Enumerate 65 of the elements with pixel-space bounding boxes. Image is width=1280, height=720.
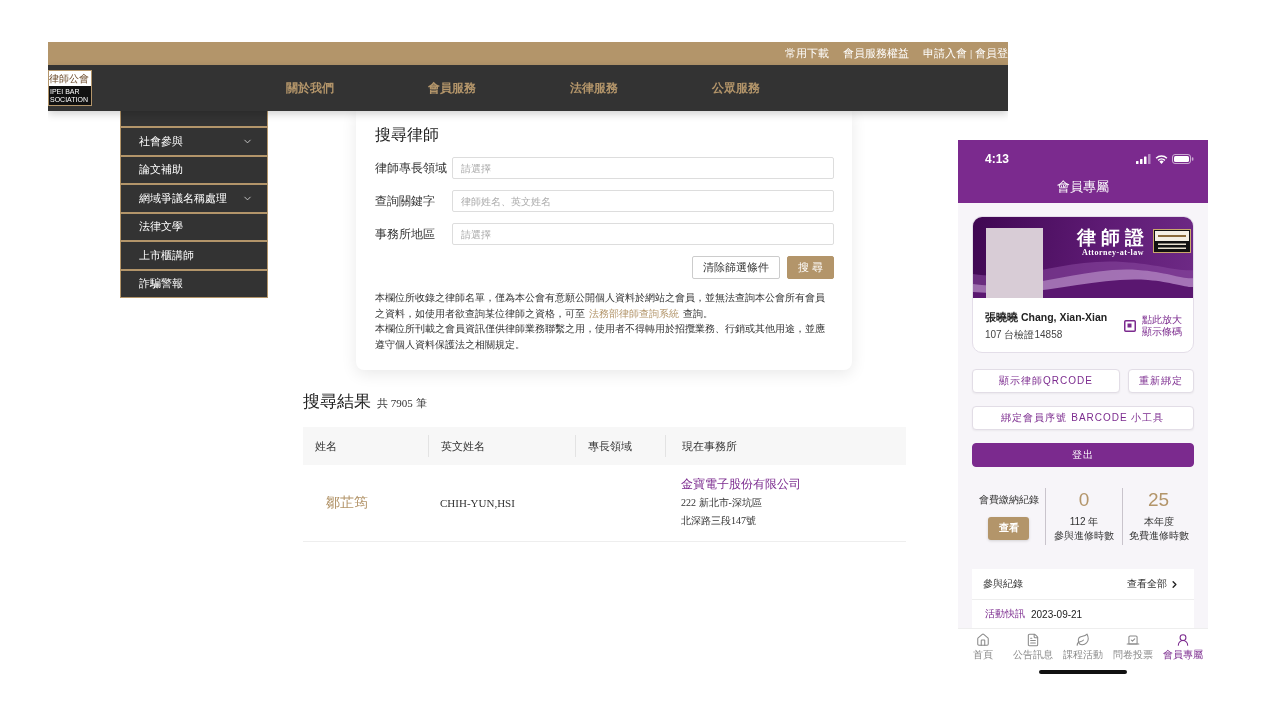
record-date: 2023-09-21 — [1031, 608, 1083, 620]
hours-caption: 本年度 — [1143, 515, 1174, 529]
logo-chinese-name: 律師公會 — [49, 71, 91, 86]
zoom-square-icon — [1124, 320, 1136, 332]
nav-link[interactable]: 關於我們 — [286, 79, 334, 97]
column-header: 姓名 — [314, 438, 338, 454]
status-time: 4:13 — [985, 152, 1010, 166]
results-title: 搜尋結果 — [303, 391, 371, 413]
search-title: 搜尋律師 — [375, 125, 440, 145]
signal-icon — [1136, 154, 1151, 164]
field-label: 查詢關鍵字 — [375, 192, 436, 210]
chevron-right-icon — [1169, 578, 1180, 590]
sidebar-item[interactable]: 詐騙警報 — [120, 269, 268, 298]
action-button[interactable]: 顯示律師QRCODE — [972, 369, 1120, 393]
column-header: 英文姓名 — [428, 435, 575, 457]
disclaimer-text: 本欄位所刊載之會員資訊僅供律師業務聯繫之用，使用者不得轉用於招攬業務、行銷或其他用途，並應遵守個人資料保護法之相關規定。 — [375, 322, 826, 352]
search-field[interactable]: 請選擇 — [452, 223, 834, 245]
logout-button[interactable]: 登出 — [972, 443, 1194, 467]
hours-value: 0 — [1078, 489, 1090, 511]
hours-caption: 免費進修時數 — [1128, 529, 1189, 543]
logo-icon — [1153, 229, 1191, 253]
photo-placeholder — [986, 228, 1043, 298]
clear-filters-button[interactable]: 清除篩選條件 — [692, 256, 781, 279]
action-button[interactable]: 重新綁定 — [1128, 369, 1194, 393]
sidebar-item[interactable]: 論文補助 — [120, 155, 268, 184]
nav-link[interactable]: 會員服務 — [428, 79, 476, 97]
document-icon — [1026, 633, 1040, 647]
fee-record-title: 會費繳納紀錄 — [978, 492, 1039, 507]
field-label: 律師專長領域 — [375, 159, 448, 177]
results-count: 共 7905 筆 — [377, 396, 427, 411]
sidebar-item[interactable]: 法律文學 — [120, 212, 268, 241]
show-barcode-link[interactable]: 點此放大顯示條碼 — [1124, 314, 1183, 338]
column-header: 專長領域 — [575, 435, 665, 457]
records-title: 參與紀錄 — [983, 577, 1023, 591]
search-field[interactable]: 請選擇 — [452, 157, 834, 179]
leaf-icon — [1076, 633, 1090, 647]
sidebar-item[interactable]: 社會參與 — [120, 127, 268, 156]
person-icon — [1176, 633, 1190, 647]
card-subtitle: Attorney-at-law — [1081, 248, 1145, 258]
view-all-link[interactable]: 查看全部 — [1127, 577, 1180, 591]
screen-title: 會員專屬 — [1057, 178, 1109, 196]
english-name: CHIH-YUN,HSI — [440, 497, 515, 509]
field-label: 事務所地區 — [375, 225, 436, 243]
member-name: 張曉曉 Chang, Xian-Xian — [985, 310, 1108, 325]
action-button[interactable]: 綁定會員序號 BARCODE 小工具 — [972, 406, 1194, 430]
wifi-icon — [1155, 154, 1168, 164]
office-name-link[interactable]: 金寶電子股份有限公司 — [681, 476, 801, 492]
office-address: 北深路三段147號 — [681, 514, 756, 528]
search-field[interactable]: 律師姓名、英文姓名 — [452, 190, 834, 212]
sidebar-item[interactable]: 上市櫃講師 — [120, 241, 268, 270]
certificate-number: 107 台檢證14858 — [985, 327, 1064, 342]
hours-caption: 參與進修時數 — [1054, 529, 1114, 543]
sidebar-item[interactable]: 網域爭議名稱處理 — [120, 184, 268, 213]
battery-icon — [1172, 154, 1194, 164]
record-category[interactable]: 活動快訊 — [985, 607, 1025, 621]
card-title: 律師證 — [1077, 227, 1149, 248]
ballot-box-icon — [1126, 633, 1140, 647]
nav-link[interactable]: 公眾服務 — [712, 79, 760, 97]
home-icon — [976, 633, 990, 647]
column-header: 現在事務所 — [665, 435, 906, 457]
nav-link[interactable]: 法律服務 — [570, 79, 618, 97]
office-address: 222 新北市-深坑區 — [681, 496, 762, 510]
disclaimer-text: 本欄位所收錄之律師名單，僅為本公會有意願公開個人資料於網站之會員，並無法查詢本公會所有會員之資料，如使用者欲查詢某位律師之資格，可至 法務部律師查詢系統 查詢。 — [375, 291, 826, 321]
hours-value: 25 — [1147, 489, 1170, 511]
hours-caption: 112 年 — [1069, 515, 1099, 529]
